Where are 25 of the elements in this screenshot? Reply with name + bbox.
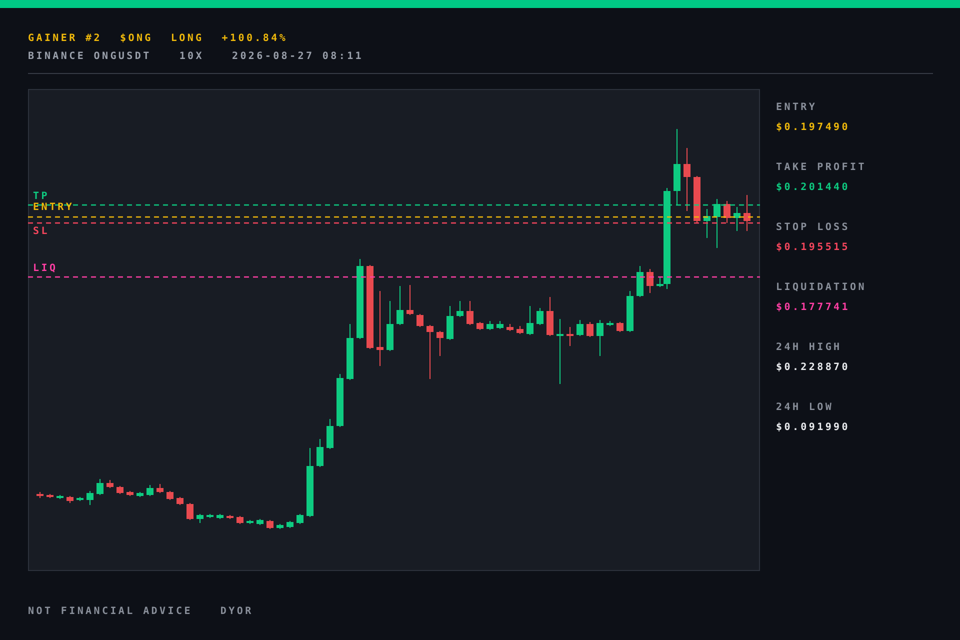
subtitle-text: 2026-08-27 08:11	[232, 50, 364, 64]
stat-label: ENTRY	[776, 102, 818, 114]
level-label: TP	[33, 192, 50, 202]
stat-value: $0.201440	[776, 182, 851, 194]
level-label: SL	[33, 227, 50, 237]
disclaimer-text: NOT FINANCIAL ADVICE	[28, 606, 192, 618]
stat-value: $0.197490	[776, 122, 851, 134]
stat-value: $0.195515	[776, 242, 851, 254]
stat-label: LIQUIDATION	[776, 282, 866, 294]
headline-text: LONG	[170, 32, 204, 46]
headline-text: GAINER #2	[28, 32, 102, 46]
stat-label: TAKE PROFIT	[776, 162, 866, 174]
stat-label: 24H LOW	[776, 402, 835, 414]
headline-text: +100.84%	[222, 32, 288, 46]
level-label: ENTRY	[33, 203, 74, 213]
level-label: LIQ	[33, 264, 58, 274]
stat-value: $0.177741	[776, 302, 851, 314]
stat-value: $0.091990	[776, 422, 851, 434]
stat-label: 24H HIGH	[776, 342, 843, 354]
stat-value: $0.228870	[776, 362, 851, 374]
subtitle-text: BINANCE ONGUSDT	[28, 50, 152, 64]
disclaimer-text: DYOR	[220, 606, 254, 618]
headline-text: $ONG	[120, 32, 153, 46]
stat-label: STOP LOSS	[776, 222, 851, 234]
subtitle-text: 10X	[179, 50, 204, 64]
